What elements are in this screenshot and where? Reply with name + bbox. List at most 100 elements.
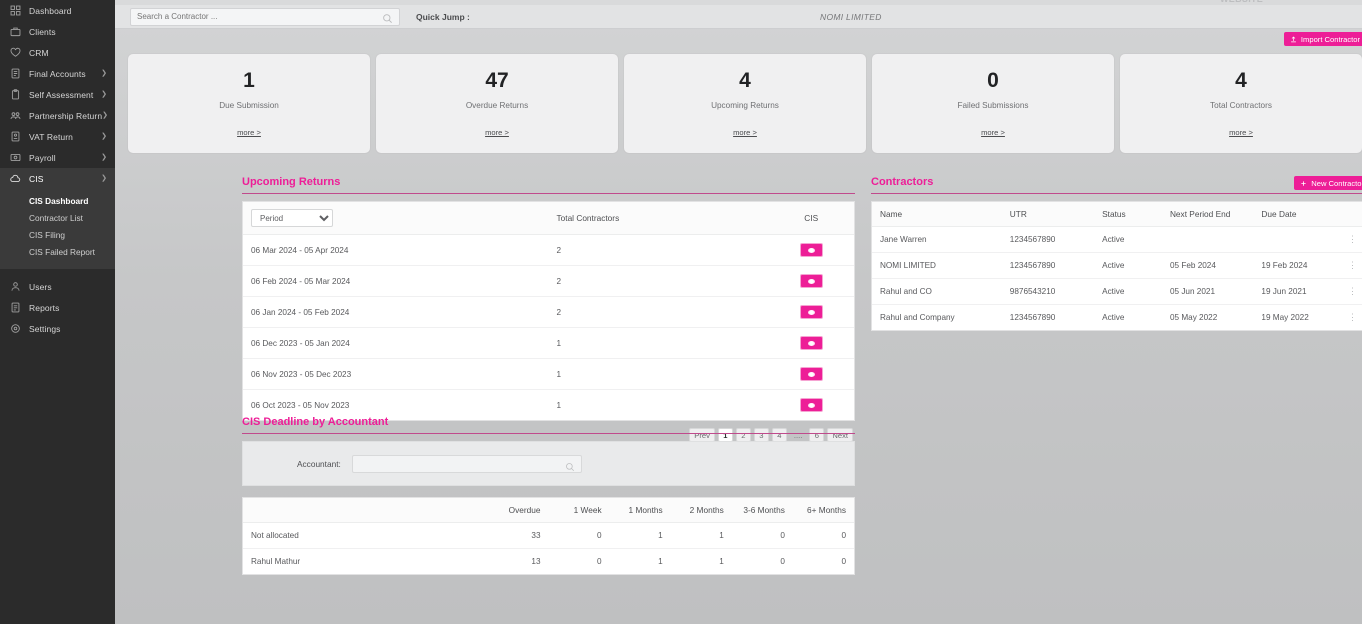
column-header-utr: UTR	[1001, 202, 1095, 227]
chevron-right-icon: ❯	[101, 70, 107, 77]
sidebar-item-final-accounts[interactable]: Final Accounts ❯	[0, 63, 115, 84]
cell-1-months: 1	[609, 522, 671, 549]
sidebar-item-payroll[interactable]: Payroll ❯	[0, 147, 115, 168]
sidebar-subitem-label: CIS Failed Report	[29, 246, 95, 257]
cis-dashboard-page: Dashboard Clients CRM Final Accounts ❯ S…	[0, 0, 1362, 624]
cell-2-months: 1	[670, 548, 732, 574]
table-row: Not allocated 33 0 1 1 0 0	[243, 522, 854, 549]
eye-icon	[807, 340, 815, 346]
cell-due-date: 19 May 2022	[1253, 304, 1340, 330]
sidebar-item-self-assessment[interactable]: Self Assessment ❯	[0, 84, 115, 105]
sidebar-item-cis[interactable]: CIS ❯	[0, 168, 115, 189]
new-contractor-button[interactable]: New Contractor	[1294, 176, 1362, 190]
sidebar-subitem-contractor-list[interactable]: Contractor List	[0, 209, 115, 226]
cis-view-button[interactable]	[799, 243, 823, 257]
table-row: Rahul Mathur 13 0 1 1 0 0	[243, 548, 854, 574]
stat-more-link[interactable]: more >	[981, 128, 1005, 137]
cis-view-button[interactable]	[799, 367, 823, 381]
cell-actions: ⋮	[1339, 226, 1362, 253]
cell-actions: ⋮	[1339, 278, 1362, 305]
import-contractor-button[interactable]: Import Contractor	[1283, 32, 1362, 46]
cell-next-period-end: 05 Feb 2024	[1161, 252, 1254, 279]
period-select[interactable]: Period	[251, 209, 333, 227]
cis-view-button[interactable]	[799, 398, 823, 412]
sidebar-item-label: VAT Return	[29, 131, 73, 142]
sidebar-item-partnership-return[interactable]: Partnership Return ❯	[0, 105, 115, 126]
stat-card-overdue-returns: 47 Overdue Returns more >	[376, 54, 618, 153]
column-header-name: Name	[872, 202, 1002, 227]
cis-deadline-table: Overdue 1 Week 1 Months 2 Months 3-6 Mon…	[243, 498, 854, 574]
column-header-cis: CIS	[768, 202, 854, 235]
stat-more-link[interactable]: more >	[485, 128, 509, 137]
cell-name: Rahul and CO	[872, 278, 1002, 305]
table-row: 06 Feb 2024 - 05 Mar 2024 2	[243, 265, 854, 297]
row-menu-icon[interactable]: ⋮	[1348, 261, 1357, 270]
accountant-search-field[interactable]	[351, 454, 582, 473]
row-menu-icon[interactable]: ⋮	[1348, 313, 1357, 322]
row-menu-icon[interactable]: ⋮	[1348, 235, 1357, 244]
sidebar-item-settings[interactable]: Settings	[0, 318, 115, 339]
stat-value: 4	[1235, 69, 1247, 92]
cell-utr: 9876543210	[1001, 278, 1095, 305]
cell-1-week: 0	[548, 548, 610, 574]
cell-status: Active	[1094, 278, 1162, 305]
cell-period: 06 Nov 2023 - 05 Dec 2023	[243, 358, 549, 390]
column-header-3-6-months: 3-6 Months	[731, 498, 793, 523]
cis-deadline-title: CIS Deadline by Accountant	[242, 416, 855, 434]
chevron-right-icon: ❯	[101, 91, 107, 98]
cell-next-period-end	[1161, 226, 1254, 253]
cis-view-button[interactable]	[799, 305, 823, 319]
user-icon	[9, 280, 22, 293]
cell-total: 1	[548, 358, 769, 390]
cis-view-button[interactable]	[799, 274, 823, 288]
sidebar-item-crm[interactable]: CRM	[0, 42, 115, 63]
cell-total: 2	[548, 265, 769, 297]
sidebar-subitem-cis-filing[interactable]: CIS Filing	[0, 226, 115, 243]
sidebar-item-label: Partnership Return	[29, 110, 103, 121]
stat-card-total-contractors: 4 Total Contractors more >	[1120, 54, 1362, 153]
accountant-input[interactable]	[358, 459, 565, 468]
sidebar-item-label: Settings	[29, 323, 61, 334]
stat-more-link[interactable]: more >	[1229, 128, 1253, 137]
stat-more-link[interactable]: more >	[237, 128, 261, 137]
sidebar-item-dashboard[interactable]: Dashboard	[0, 0, 115, 21]
top-bar: Quick Jump : NOMI LIMITED	[115, 5, 1362, 29]
cell-3-6-months: 0	[731, 522, 793, 549]
contractors-panel: Contractors New Contractor Name UTR Stat…	[871, 176, 1362, 331]
stat-caption: Due Submission	[219, 101, 279, 110]
cell-1-months: 1	[609, 548, 671, 574]
cell-utr: 1234567890	[1001, 304, 1095, 330]
search-input[interactable]	[137, 12, 382, 21]
sidebar-subitem-cis-failed-report[interactable]: CIS Failed Report	[0, 243, 115, 260]
search-contractor-field[interactable]	[130, 7, 400, 26]
main-content: WEBSITE Quick Jump : NOMI LIMITED Import…	[115, 0, 1362, 624]
sidebar-item-vat-return[interactable]: VAT Return ❯	[0, 126, 115, 147]
chevron-right-icon: ❯	[102, 112, 109, 119]
sidebar-subitem-cis-dashboard[interactable]: CIS Dashboard	[0, 192, 115, 209]
chevron-down-icon: ❯	[101, 175, 107, 182]
sidebar-item-clients[interactable]: Clients	[0, 21, 115, 42]
upcoming-returns-panel: Upcoming Returns Period Total Contractor…	[242, 176, 855, 442]
cell-next-period-end: 05 Jun 2021	[1161, 278, 1254, 305]
eye-icon	[807, 402, 815, 408]
sidebar-item-users[interactable]: Users	[0, 276, 115, 297]
column-header-due-date: Due Date	[1253, 202, 1340, 227]
upcoming-returns-title: Upcoming Returns	[242, 176, 855, 194]
cell-6-plus-months: 0	[792, 548, 854, 574]
contractors-table-box: Name UTR Status Next Period End Due Date…	[871, 201, 1362, 331]
row-menu-icon[interactable]: ⋮	[1348, 287, 1357, 296]
table-header-row: Period Total Contractors CIS	[243, 202, 854, 235]
upcoming-returns-table-box: Period Total Contractors CIS 06 Mar 2024…	[242, 201, 855, 421]
stat-card-failed-submissions: 0 Failed Submissions more >	[872, 54, 1114, 153]
sidebar-item-label: Users	[29, 281, 52, 292]
stat-cards: 1 Due Submission more > 47 Overdue Retur…	[128, 54, 1362, 153]
grid-icon	[9, 4, 22, 17]
cis-view-button[interactable]	[799, 336, 823, 350]
cell-1-week: 0	[548, 522, 610, 549]
action-strip: Import Contractor	[115, 29, 1362, 50]
column-header-1-week: 1 Week	[548, 498, 610, 523]
column-header-status: Status	[1094, 202, 1162, 227]
stat-more-link[interactable]: more >	[733, 128, 757, 137]
column-header-1-months: 1 Months	[609, 498, 671, 523]
sidebar-item-reports[interactable]: Reports	[0, 297, 115, 318]
